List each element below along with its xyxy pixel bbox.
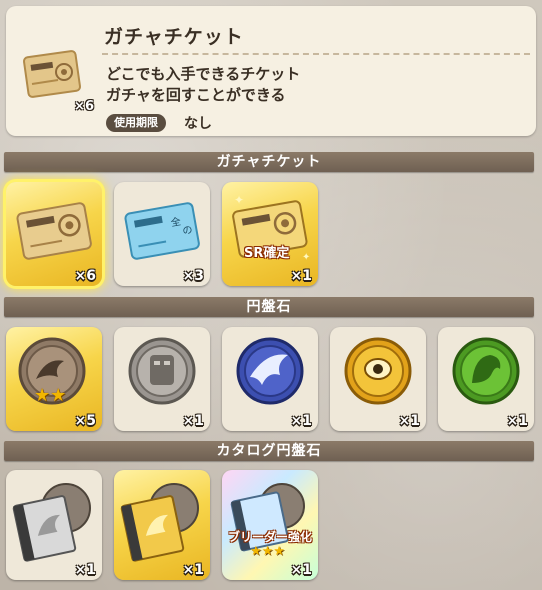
item-count: ×6 bbox=[74, 268, 96, 284]
item-count: ×1 bbox=[290, 562, 312, 578]
dragon-medal-icon bbox=[18, 337, 86, 405]
star-rating: ★★★ bbox=[250, 544, 285, 559]
item-card-dragon-medal[interactable]: ★★ ×5 bbox=[6, 327, 102, 431]
detail-divider bbox=[102, 53, 530, 55]
description-line-1: どこでも入手できるチケット bbox=[106, 65, 301, 83]
sr-tag: SR確定 bbox=[244, 246, 290, 261]
item-count: ×1 bbox=[182, 562, 204, 578]
item-card-sr-ticket[interactable]: ✦ ✦ SR確定 ×1 bbox=[222, 182, 318, 286]
item-card-gacha-ticket[interactable]: ×6 bbox=[6, 182, 102, 286]
svg-text:✦: ✦ bbox=[302, 252, 310, 263]
blue-ticket-icon: 全 の bbox=[124, 202, 200, 260]
item-count: ×5 bbox=[74, 413, 96, 429]
item-count: ×1 bbox=[74, 562, 96, 578]
detail-count: ×6 bbox=[74, 99, 94, 114]
item-count: ×1 bbox=[290, 268, 312, 284]
item-card-silver-catalog[interactable]: ×1 bbox=[6, 470, 102, 580]
breeder-tag: ブリーダー強化 bbox=[228, 530, 313, 544]
expiry-value: なし bbox=[184, 116, 212, 132]
silver-catalog-icon bbox=[12, 483, 91, 562]
section-header-gacha-tickets: ガチャチケット bbox=[4, 152, 534, 172]
blue-phoenix-medal-icon bbox=[236, 337, 304, 405]
star-rating: ★★ bbox=[34, 385, 67, 406]
item-card-gold-catalog[interactable]: ×1 bbox=[114, 470, 210, 580]
detail-description: どこでも入手できるチケット ガチャを回すことができる bbox=[106, 64, 300, 106]
item-card-breeder-catalog[interactable]: ブリーダー強化 ★★★ ×1 bbox=[222, 470, 318, 580]
detail-item-icon: ×6 bbox=[18, 42, 94, 114]
expiry-badge: 使用期限 bbox=[106, 114, 166, 132]
item-detail-panel: ×6 ガチャチケット どこでも入手できるチケット ガチャを回すことができる 使用… bbox=[6, 6, 536, 136]
item-count: ×1 bbox=[506, 413, 528, 429]
stone-robot-medal-icon bbox=[128, 337, 196, 405]
svg-text:✦: ✦ bbox=[234, 193, 244, 207]
item-count: ×3 bbox=[182, 268, 204, 284]
item-card-stone-robot-medal[interactable]: ×1 bbox=[114, 327, 210, 431]
detail-title: ガチャチケット bbox=[104, 26, 244, 48]
item-card-blue-phoenix-medal[interactable]: ×1 bbox=[222, 327, 318, 431]
description-line-2: ガチャを回すことができる bbox=[106, 86, 286, 104]
item-card-green-creature-medal[interactable]: ×1 bbox=[438, 327, 534, 431]
item-count: ×1 bbox=[182, 413, 204, 429]
sr-ticket-icon: ✦ ✦ bbox=[232, 193, 310, 263]
section-header-medals: 円盤石 bbox=[4, 297, 534, 317]
svg-text:の: の bbox=[182, 225, 194, 238]
item-card-blue-ticket[interactable]: 全 の ×3 bbox=[114, 182, 210, 286]
gacha-ticket-icon bbox=[16, 202, 92, 260]
gold-catalog-icon bbox=[120, 483, 199, 562]
green-creature-medal-icon bbox=[452, 337, 520, 405]
section-header-catalog-medals: カタログ円盤石 bbox=[4, 441, 534, 461]
item-count: ×1 bbox=[290, 413, 312, 429]
yellow-eye-medal-icon bbox=[344, 337, 412, 405]
item-count: ×1 bbox=[398, 413, 420, 429]
item-card-yellow-eye-medal[interactable]: ×1 bbox=[330, 327, 426, 431]
